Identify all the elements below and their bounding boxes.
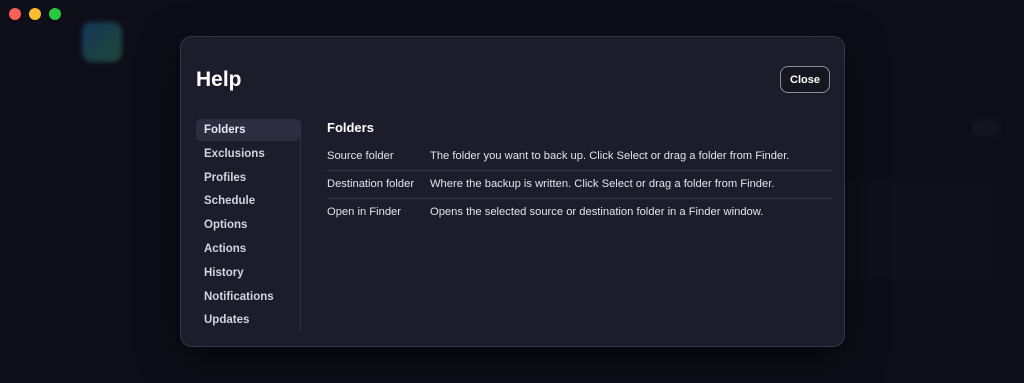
- window-controls: [9, 8, 61, 20]
- help-nav-item-options[interactable]: Options: [196, 214, 300, 236]
- help-nav-item-profiles[interactable]: Profiles: [196, 167, 300, 189]
- help-topic-nav: Folders Exclusions Profiles Schedule Opt…: [196, 119, 301, 332]
- window-close-button[interactable]: [9, 8, 21, 20]
- close-button[interactable]: Close: [780, 66, 830, 93]
- window-minimize-button[interactable]: [29, 8, 41, 20]
- help-row: Source folder The folder you want to bac…: [327, 150, 832, 171]
- help-nav-item-notifications[interactable]: Notifications: [196, 286, 300, 308]
- section-title: Folders: [327, 120, 374, 135]
- help-term: Destination folder: [327, 171, 419, 199]
- help-nav-item-history[interactable]: History: [196, 262, 300, 284]
- app-window: Help Close Folders Exclusions Profiles S…: [0, 0, 1024, 383]
- help-nav-item-schedule[interactable]: Schedule: [196, 190, 300, 212]
- help-nav-item-folders[interactable]: Folders: [196, 119, 300, 141]
- help-content: Folders Source folder The folder you wan…: [327, 119, 832, 226]
- help-nav-item-updates[interactable]: Updates: [196, 309, 300, 331]
- help-term: Source folder: [327, 150, 419, 171]
- help-description: The folder you want to back up. Click Se…: [419, 150, 832, 171]
- help-term: Open in Finder: [327, 206, 402, 218]
- help-nav-item-actions[interactable]: Actions: [196, 238, 300, 260]
- help-description: Where the backup is written. Click Selec…: [419, 171, 832, 199]
- help-nav-item-exclusions[interactable]: Exclusions: [196, 143, 300, 165]
- dialog-title: Help: [196, 68, 242, 91]
- help-row: Open in Finder Opens the selected source…: [327, 199, 832, 226]
- window-zoom-button[interactable]: [49, 8, 61, 20]
- help-description: Opens the selected source or destination…: [430, 206, 764, 218]
- help-row: Destination folder Where the backup is w…: [327, 171, 832, 199]
- help-dialog: Help Close Folders Exclusions Profiles S…: [180, 36, 845, 347]
